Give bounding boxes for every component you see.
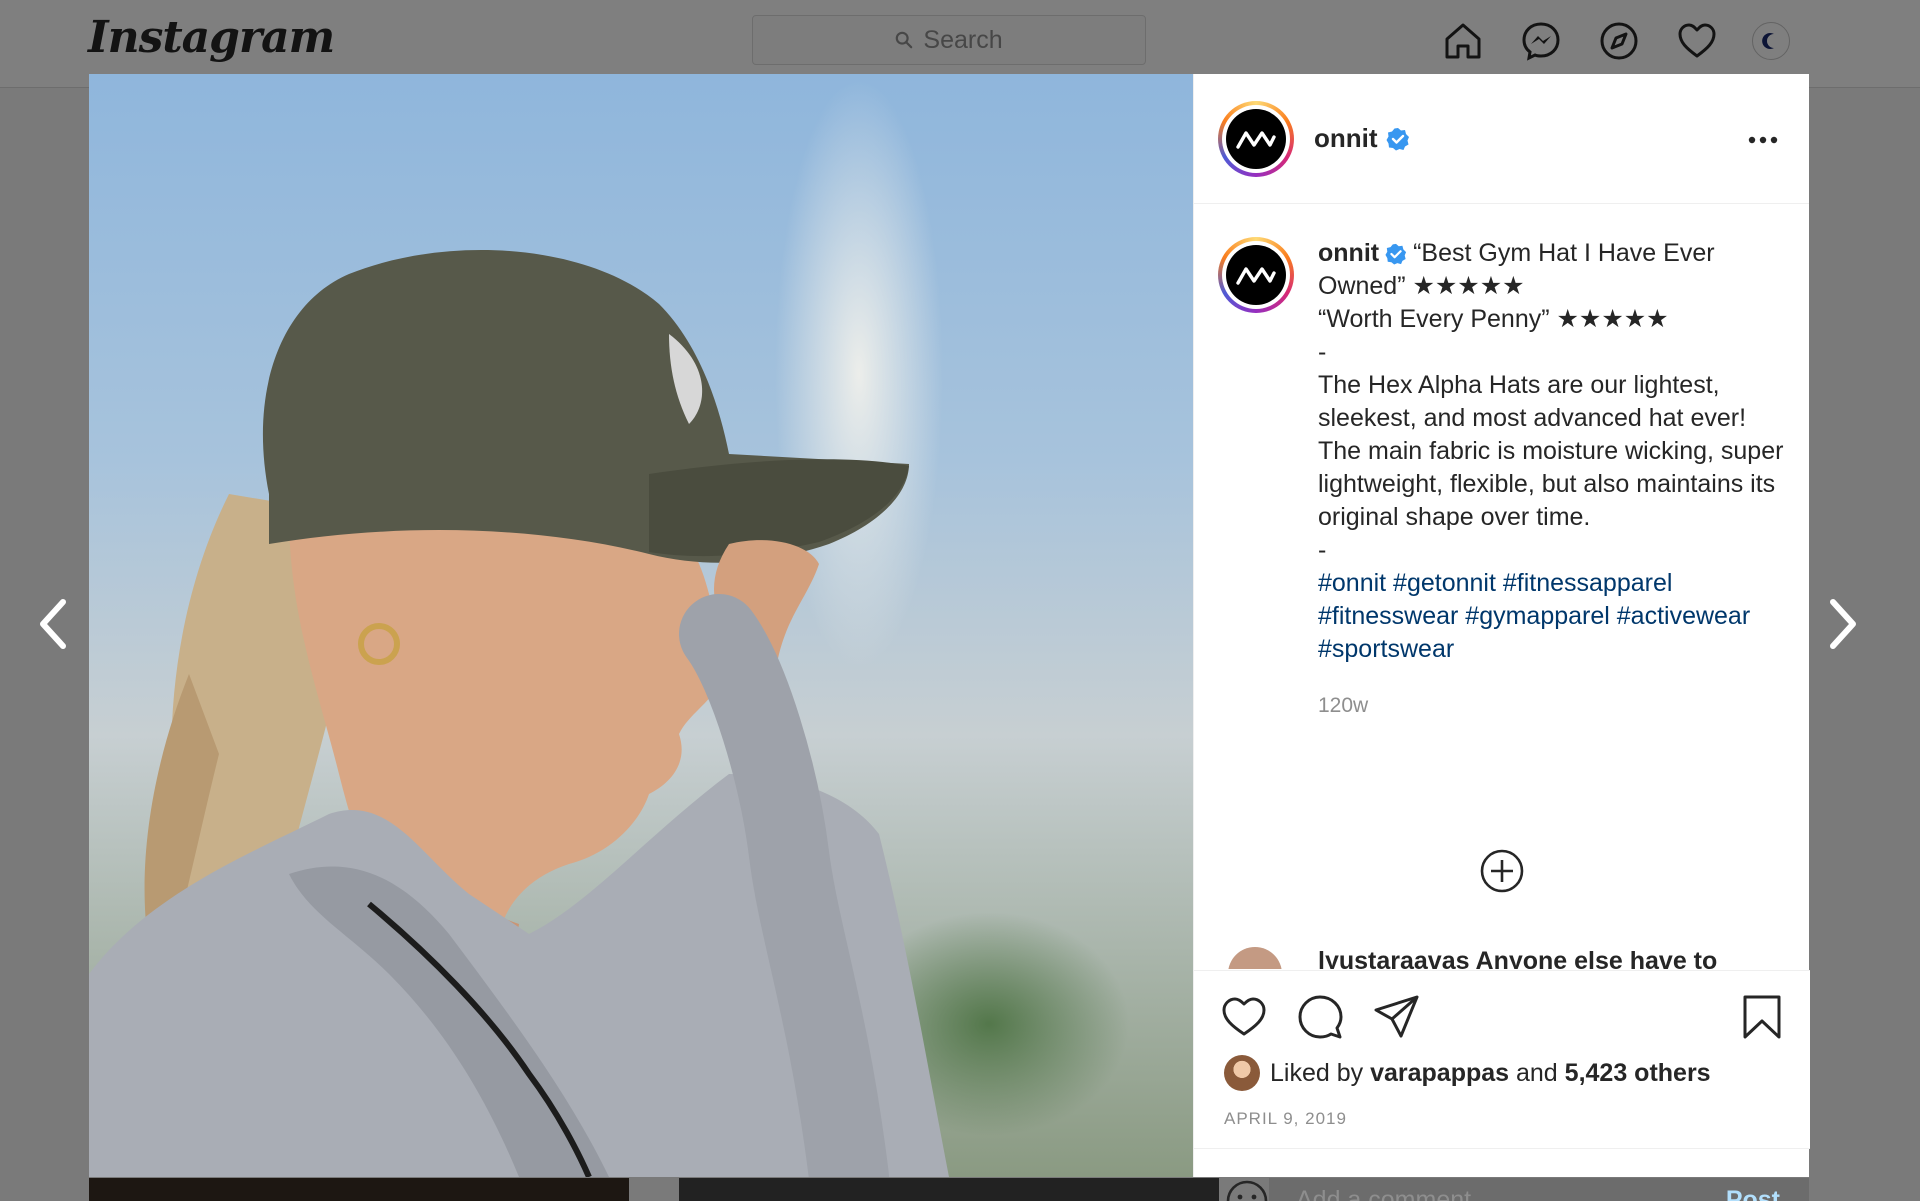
- verified-badge-icon: [1386, 127, 1409, 150]
- liked-by-joiner: and: [1516, 1058, 1558, 1087]
- partial-comment: lyustaraavas Anyone else have to: [1318, 947, 1718, 969]
- username-text: onnit: [1314, 123, 1378, 153]
- photo-illustration: [89, 250, 949, 1177]
- next-post-button[interactable]: [1816, 596, 1872, 652]
- caption-text: onnit “Best Gym Hat I Have Ever Owned” ★★…: [1318, 237, 1786, 666]
- share-icon: [1374, 995, 1419, 1038]
- caption-time-ago: 120w: [1318, 694, 1369, 717]
- load-more-comments-icon: [1480, 849, 1524, 893]
- comments-section[interactable]: onnit “Best Gym Hat I Have Ever Owned” ★★…: [1194, 205, 1810, 969]
- share-button[interactable]: [1372, 993, 1420, 1041]
- more-options-button[interactable]: [1745, 122, 1781, 158]
- caption-line: -: [1318, 338, 1327, 366]
- save-icon: [1743, 995, 1781, 1039]
- post-actions: Liked by varapappas and 5,423 others APR…: [1194, 970, 1810, 1148]
- post-modal: onnit onnit “Best Gym Hat I Have Ever Own…: [89, 74, 1810, 1201]
- hashtags[interactable]: #onnit #getonnit #fitnessapparel #fitnes…: [1318, 567, 1786, 666]
- next-arrow-icon: [1830, 599, 1856, 649]
- author-avatar[interactable]: [1218, 100, 1294, 177]
- caption: onnit “Best Gym Hat I Have Ever Owned” ★★…: [1218, 237, 1786, 666]
- post-sidebar: onnit onnit “Best Gym Hat I Have Ever Own…: [1193, 74, 1810, 1201]
- prev-post-button[interactable]: [24, 596, 80, 652]
- comment-button[interactable]: [1296, 993, 1344, 1041]
- prev-arrow-icon: [40, 599, 66, 649]
- author-username[interactable]: onnit: [1314, 123, 1410, 154]
- post-header: onnit: [1194, 74, 1809, 204]
- onnit-logo-icon: [1236, 130, 1276, 149]
- comment-bar: Post: [1194, 1148, 1810, 1201]
- emoji-button[interactable]: [1224, 1178, 1270, 1201]
- onnit-logo-icon: [1236, 267, 1276, 285]
- liker-avatar[interactable]: [1224, 1055, 1260, 1091]
- caption-line: “Worth Every Penny” ★★★★★: [1318, 305, 1669, 333]
- caption-author-avatar[interactable]: [1218, 237, 1294, 313]
- action-icons: [1220, 993, 1420, 1041]
- post-photo[interactable]: [89, 74, 1193, 1177]
- comment-input[interactable]: [1296, 1186, 1726, 1201]
- likes-summary[interactable]: Liked by varapappas and 5,423 others: [1224, 1055, 1711, 1091]
- caption-username[interactable]: onnit: [1318, 239, 1379, 267]
- comment-icon: [1298, 995, 1343, 1039]
- liked-by-prefix: Liked by: [1270, 1058, 1364, 1087]
- caption-line: The Hex Alpha Hats are our lightest, sle…: [1318, 371, 1784, 531]
- save-button[interactable]: [1738, 993, 1786, 1041]
- post-comment-button[interactable]: Post: [1726, 1186, 1780, 1201]
- verified-badge-icon: [1385, 244, 1407, 265]
- liked-by-others[interactable]: 5,423 others: [1565, 1059, 1711, 1088]
- like-icon: [1222, 997, 1266, 1036]
- caption-line: -: [1318, 536, 1327, 564]
- like-button[interactable]: [1220, 993, 1268, 1041]
- post-date[interactable]: APRIL 9, 2019: [1224, 1109, 1347, 1129]
- load-more-comments-button[interactable]: [1478, 847, 1526, 895]
- commenter-avatar[interactable]: [1228, 947, 1282, 969]
- more-options-icon: [1748, 136, 1778, 144]
- liked-by-user[interactable]: varapappas: [1370, 1059, 1509, 1088]
- emoji-icon: [1226, 1180, 1268, 1201]
